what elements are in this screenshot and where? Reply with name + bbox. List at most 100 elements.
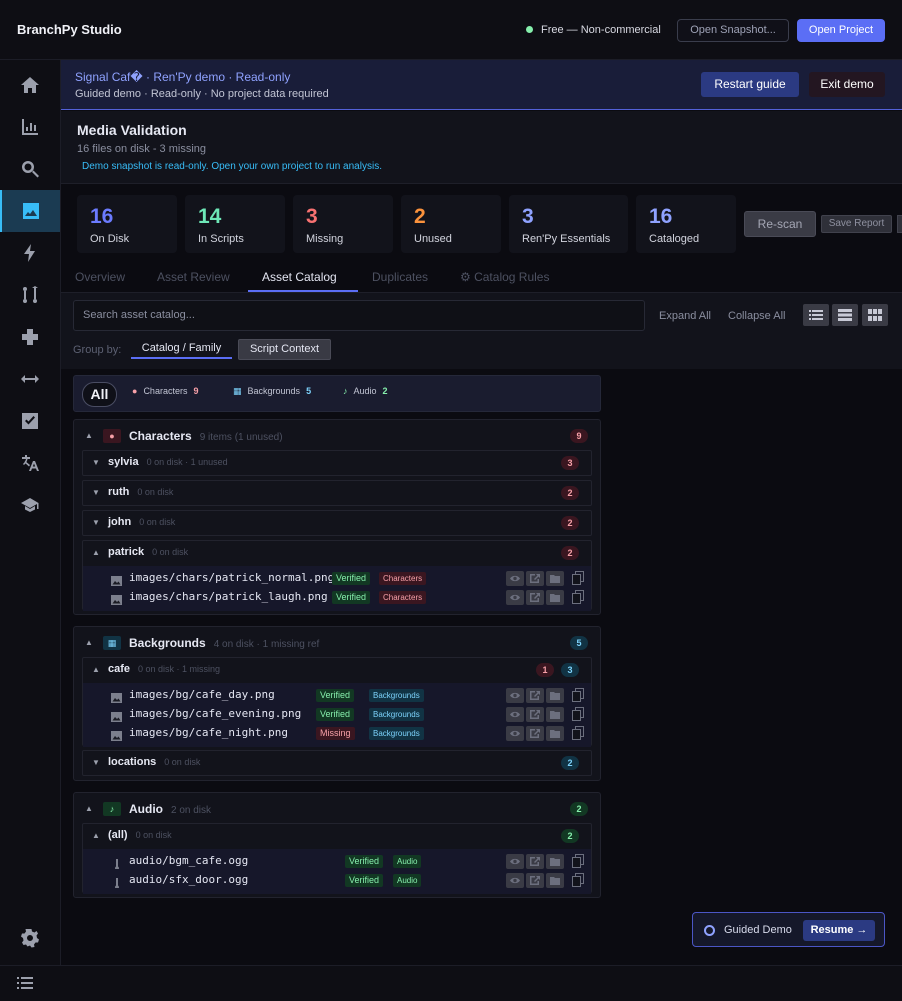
preview-button[interactable] [506,873,524,888]
open-snapshot-button[interactable]: Open Snapshot... [677,19,789,42]
subgroup-header[interactable]: ▲ (all) 0 on disk 2 [83,824,591,848]
file-list: audio/bgm_cafe.ogg Verified Audio audio/sfx… [83,849,591,894]
filter-chip-audio[interactable]: ♪ Audio 2 [343,386,388,396]
branch-icon[interactable] [0,274,60,316]
list-icon[interactable] [17,976,33,990]
image-icon[interactable] [0,190,60,232]
more-actions-button[interactable] [897,215,902,233]
tab-asset-review[interactable]: Asset Review [157,270,230,284]
expand-caret-icon[interactable]: ▼ [92,488,100,497]
file-row[interactable]: images/chars/patrick_laugh.png Verified Ch… [83,588,591,607]
open-external-button[interactable] [526,688,544,703]
graduation-icon[interactable] [0,484,60,526]
filter-all-button[interactable]: All [82,382,117,407]
plus-icon[interactable] [0,316,60,358]
group-header[interactable]: ▲ ● Characters 9 items (1 unused) 9 [74,420,600,452]
subgroup-header[interactable]: ▲ patrick 0 on disk 2 [83,541,591,565]
group-by-script-button[interactable]: Script Context [238,339,331,360]
reveal-folder-button[interactable] [546,688,564,703]
subgroup-header[interactable]: ▲ cafe 0 on disk · 1 missing 1 3 [83,658,591,682]
category-filter-bar: All ● Characters 9 ▦ Backgrounds 5 ♪ Audio 2 [73,375,601,412]
subgroup-header[interactable]: ▼ locations 0 on disk 2 [83,751,591,775]
audio-icon: ♪ [103,802,121,816]
file-row[interactable]: audio/bgm_cafe.ogg Verified Audio [83,852,591,871]
gear-icon[interactable] [0,917,60,959]
open-external-button[interactable] [526,726,544,741]
collapse-all-button[interactable]: Collapse All [728,310,785,322]
subgroup-meta: 0 on disk [135,830,172,840]
category-tag: Characters [379,572,427,585]
file-row[interactable]: images/bg/cafe_evening.png Verified Backgr… [83,705,591,724]
arrows-icon[interactable] [0,358,60,400]
restart-guide-button[interactable]: Restart guide [701,72,799,97]
file-row[interactable]: images/bg/cafe_day.png Verified Background… [83,686,591,705]
translate-icon[interactable] [0,442,60,484]
subgroup-header[interactable]: ▼ john 0 on disk 2 [83,511,591,535]
grid-view-button[interactable] [862,304,888,326]
search-input[interactable]: Search asset catalog... [73,300,645,331]
license-label: Free — Non-commercial [541,24,661,36]
preview-button[interactable] [506,571,524,586]
tab-duplicates[interactable]: Duplicates [372,270,428,284]
compact-view-button[interactable] [832,304,858,326]
expand-caret-icon[interactable]: ▼ [92,758,100,767]
home-icon[interactable] [0,64,60,106]
open-external-button[interactable] [526,571,544,586]
collapse-caret-icon[interactable]: ▲ [85,638,93,647]
collapse-caret-icon[interactable]: ▲ [85,804,93,813]
list-view-button[interactable] [803,304,829,326]
copy-icon[interactable] [572,854,584,868]
tab-catalog-rules[interactable]: ⚙ Catalog Rules [460,270,549,284]
resume-button[interactable]: Resume → [803,920,875,941]
subgroup-header[interactable]: ▼ ruth 0 on disk 2 [83,481,591,505]
external-link-icon [530,710,540,719]
group-by-catalog-button[interactable]: Catalog / Family [131,338,232,359]
expand-caret-icon[interactable]: ▼ [92,458,100,467]
copy-icon[interactable] [572,726,584,740]
rescan-button[interactable]: Re-scan [744,211,816,237]
copy-icon[interactable] [572,590,584,604]
reveal-folder-button[interactable] [546,873,564,888]
filter-chip-backgrounds[interactable]: ▦ Backgrounds 5 [233,386,311,397]
preview-button[interactable] [506,726,524,741]
copy-icon[interactable] [572,707,584,721]
open-external-button[interactable] [526,873,544,888]
file-row[interactable]: images/chars/patrick_normal.png Verified C… [83,569,591,588]
open-external-button[interactable] [526,590,544,605]
filter-chip-characters[interactable]: ● Characters 9 [132,386,198,396]
reveal-folder-button[interactable] [546,707,564,722]
preview-button[interactable] [506,590,524,605]
checkbox-icon[interactable] [0,400,60,442]
file-row[interactable]: images/bg/cafe_night.png Missing Backgroun… [83,724,591,743]
copy-icon[interactable] [572,571,584,585]
group-header[interactable]: ▲ ▦ Backgrounds 4 on disk · 1 missing ref 5 [74,627,600,659]
exit-demo-button[interactable]: Exit demo [809,72,885,97]
open-project-button[interactable]: Open Project [797,19,885,42]
bolt-icon[interactable] [0,232,60,274]
preview-button[interactable] [506,707,524,722]
reveal-folder-button[interactable] [546,590,564,605]
save-report-button[interactable]: Save Report [821,215,892,233]
preview-button[interactable] [506,688,524,703]
open-external-button[interactable] [526,707,544,722]
preview-button[interactable] [506,854,524,869]
file-row[interactable]: audio/sfx_door.ogg Verified Audio [83,871,591,890]
chart-icon[interactable] [0,106,60,148]
reveal-folder-button[interactable] [546,726,564,741]
expand-all-button[interactable]: Expand All [659,310,711,322]
collapse-caret-icon[interactable]: ▲ [92,831,100,840]
group-header[interactable]: ▲ ♪ Audio 2 on disk 2 [74,793,600,825]
tab-asset-catalog[interactable]: Asset Catalog [262,270,337,284]
collapse-caret-icon[interactable]: ▲ [92,548,100,557]
expand-caret-icon[interactable]: ▼ [92,518,100,527]
search-icon[interactable] [0,148,60,190]
reveal-folder-button[interactable] [546,854,564,869]
reveal-folder-button[interactable] [546,571,564,586]
copy-icon[interactable] [572,873,584,887]
tab-overview[interactable]: Overview [75,270,125,284]
collapse-caret-icon[interactable]: ▲ [92,665,100,674]
subgroup-header[interactable]: ▼ sylvia 0 on disk · 1 unused 3 [83,451,591,475]
copy-icon[interactable] [572,688,584,702]
collapse-caret-icon[interactable]: ▲ [85,431,93,440]
open-external-button[interactable] [526,854,544,869]
